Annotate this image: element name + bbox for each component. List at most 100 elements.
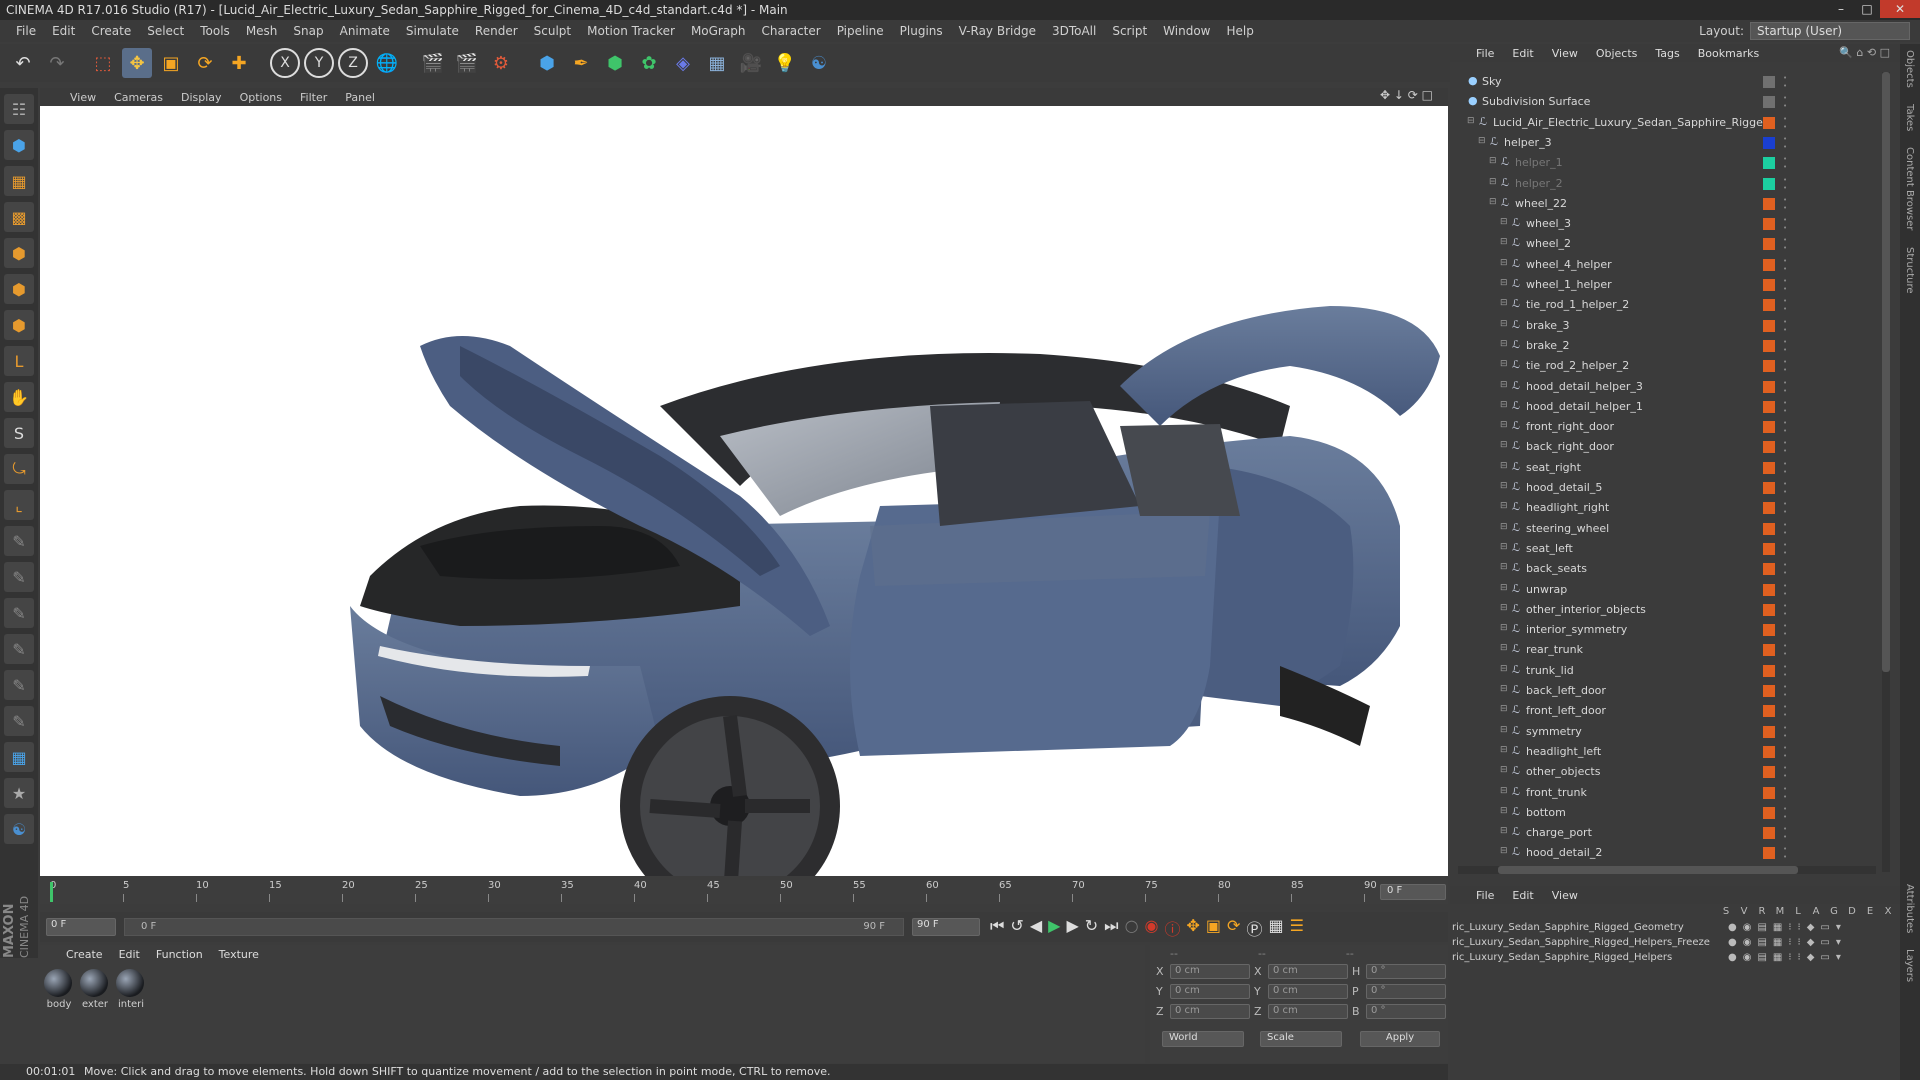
go-to-end-icon[interactable]: ⏭ [1104, 916, 1118, 940]
maximize-icon[interactable]: □ [1854, 0, 1880, 18]
redo-icon[interactable]: ↷ [42, 48, 72, 78]
expand-icon[interactable]: ⊟ [1500, 461, 1508, 471]
make-editable-icon[interactable]: ☷ [4, 94, 34, 124]
key-rotate-icon[interactable]: ⟳ [1227, 916, 1240, 940]
object-tree-row[interactable]: ⊟ ℒseat_left • • [1450, 539, 1880, 559]
coord-value-field[interactable]: 0 cm [1170, 963, 1250, 979]
material-menu-function[interactable]: Function [156, 948, 203, 961]
expand-icon[interactable]: ⊟ [1500, 400, 1508, 410]
object-tree-row[interactable]: ⊟ ℒfront_left_door • • [1450, 701, 1880, 721]
expand-icon[interactable]: ⊟ [1500, 319, 1508, 329]
object-tree-row[interactable]: ⊟ ℒwheel_22 • • [1450, 194, 1880, 214]
sculpt-brush-6-icon[interactable]: ✎ [4, 706, 34, 736]
expand-icon[interactable]: ⊟ [1500, 298, 1508, 308]
visibility-dots[interactable]: •• [1783, 135, 1788, 151]
viewport-menu-filter[interactable]: Filter [300, 91, 327, 104]
menu-v-ray-bridge[interactable]: V-Ray Bridge [951, 24, 1044, 38]
material-swatch[interactable]: exter [80, 969, 110, 1010]
object-tree-row[interactable]: ⊟ ℒtie_rod_2_helper_2 • • [1450, 356, 1880, 376]
object-tree-row[interactable]: ⊟ ℒheadlight_right • • [1450, 498, 1880, 518]
layout-selector[interactable]: Layout: Startup (User) [1699, 22, 1910, 40]
expand-icon[interactable]: ⊟ [1478, 136, 1486, 146]
paint-grid-icon[interactable]: ▦ [4, 742, 34, 772]
object-tree-row[interactable]: ⊟ ℒhood_detail_helper_3 • • [1450, 377, 1880, 397]
object-tree-row[interactable]: ⊟ ℒtie_rod_1_helper_2 • • [1450, 295, 1880, 315]
minimize-icon[interactable]: – [1828, 0, 1854, 18]
layer-menu-view[interactable]: View [1552, 889, 1578, 902]
layer-color-swatch[interactable] [1763, 76, 1775, 88]
side-tab-layers[interactable]: Layers [1904, 949, 1915, 982]
coord-value-field[interactable]: 0 cm [1268, 1003, 1348, 1019]
object-tree-row[interactable]: ⊟ ℒback_left_door • • [1450, 681, 1880, 701]
side-tab-attributes[interactable]: Attributes [1904, 884, 1915, 933]
object-tree-row[interactable]: ⊟ ℒwheel_3 • • [1450, 214, 1880, 234]
object-tree-row[interactable]: ⊟ ℒother_interior_objects • • [1450, 600, 1880, 620]
visibility-dots[interactable]: •• [1783, 825, 1788, 841]
layer-color-swatch[interactable] [1763, 461, 1775, 474]
object-tree-row[interactable]: ⊟ ℒbottom • • [1450, 803, 1880, 823]
camera-icon[interactable]: 🎥 [736, 48, 766, 78]
visibility-dots[interactable]: •• [1783, 236, 1788, 252]
live-selection-icon[interactable]: ⬚ [88, 48, 118, 78]
object-tree-row[interactable]: ⊟ ℒtrunk_lid • • [1450, 661, 1880, 681]
timeline-icon[interactable]: ☰ [1290, 916, 1304, 940]
visibility-dots[interactable]: •• [1783, 663, 1788, 679]
model-mode-icon[interactable]: ⬢ [4, 130, 34, 160]
expand-icon[interactable]: ⊟ [1500, 258, 1508, 268]
layer-color-swatch[interactable] [1763, 786, 1775, 799]
menu-plugins[interactable]: Plugins [892, 24, 951, 38]
visibility-dots[interactable]: •• [1783, 845, 1788, 861]
side-tab-objects[interactable]: Objects [1904, 50, 1915, 88]
python-icon[interactable]: ☯ [804, 48, 834, 78]
playhead[interactable] [50, 882, 53, 902]
tweak-mode-icon[interactable]: ✋ [4, 382, 34, 412]
layer-color-swatch[interactable] [1763, 258, 1775, 271]
key-move-icon[interactable]: ✥ [1187, 916, 1200, 940]
layer-color-swatch[interactable] [1763, 238, 1775, 251]
sculpt-brush-2-icon[interactable]: ✎ [4, 562, 34, 592]
layer-row[interactable]: ric_Luxury_Sedan_Sapphire_Rigged_Helpers… [1450, 937, 1900, 952]
expand-icon[interactable]: ⊟ [1500, 725, 1508, 735]
layer-color-swatch[interactable] [1763, 116, 1775, 129]
menu-motion-tracker[interactable]: Motion Tracker [579, 24, 683, 38]
object-tree-row[interactable]: ⊟ ℒother_objects • • [1450, 762, 1880, 782]
menu-snap[interactable]: Snap [285, 24, 331, 38]
3d-viewport[interactable] [40, 106, 1448, 876]
visibility-dots[interactable]: •• [1783, 622, 1788, 638]
layout-dropdown[interactable]: Startup (User) [1750, 22, 1910, 40]
menu-edit[interactable]: Edit [44, 24, 83, 38]
coord-value-field[interactable]: 0 ° [1366, 983, 1446, 999]
object-menu-bookmarks[interactable]: Bookmarks [1698, 47, 1759, 60]
coord-mode-dropdown[interactable]: World [1162, 1031, 1244, 1047]
object-manager-tools[interactable]: 🔍 ⌂ ⟲ □ [1839, 46, 1890, 59]
object-tree-row[interactable]: ⊟ ℒbrake_3 • • [1450, 316, 1880, 336]
layer-color-swatch[interactable] [1763, 482, 1775, 494]
object-tree-row[interactable]: ⊟ ℒ Lucid_Air_Electric_Luxury_Sedan_Sapphi… [1450, 113, 1880, 133]
visibility-dots[interactable]: •• [1783, 602, 1788, 618]
expand-icon[interactable]: ⊟ [1500, 420, 1508, 430]
layer-row[interactable]: ric_Luxury_Sedan_Sapphire_Rigged_Helpers… [1450, 952, 1900, 967]
axis-mode-icon[interactable]: L [4, 346, 34, 376]
visibility-dots[interactable]: •• [1783, 379, 1788, 395]
visibility-dots[interactable]: •• [1783, 196, 1788, 212]
visibility-dots[interactable]: •• [1783, 724, 1788, 740]
paint-brush-icon[interactable]: ★ [4, 778, 34, 808]
x-axis-icon[interactable]: X [270, 48, 300, 78]
edges-mode-icon[interactable]: ⬢ [4, 274, 34, 304]
layer-color-swatch[interactable] [1763, 421, 1775, 434]
object-tree-row[interactable]: ⊟ ℒfront_trunk • • [1450, 783, 1880, 803]
snap-icon[interactable]: S [4, 418, 34, 448]
expand-icon[interactable]: ⊟ [1489, 156, 1497, 166]
expand-icon[interactable]: ⊟ [1500, 217, 1508, 227]
range-slider[interactable]: 0 F 90 F [124, 918, 904, 936]
layer-color-swatch[interactable] [1763, 644, 1775, 657]
visibility-dots[interactable]: •• [1783, 439, 1788, 455]
axis-lock-icon[interactable]: ⌞ [4, 490, 34, 520]
visibility-dots[interactable]: •• [1783, 541, 1788, 557]
viewport-menu-display[interactable]: Display [181, 91, 222, 104]
object-menu-view[interactable]: View [1552, 47, 1578, 60]
layer-color-swatch[interactable] [1763, 360, 1775, 373]
cube-icon[interactable]: ⬢ [532, 48, 562, 78]
visibility-dots[interactable]: •• [1783, 703, 1788, 719]
object-tree-row[interactable]: ⊟ ℒback_right_door • • [1450, 437, 1880, 457]
